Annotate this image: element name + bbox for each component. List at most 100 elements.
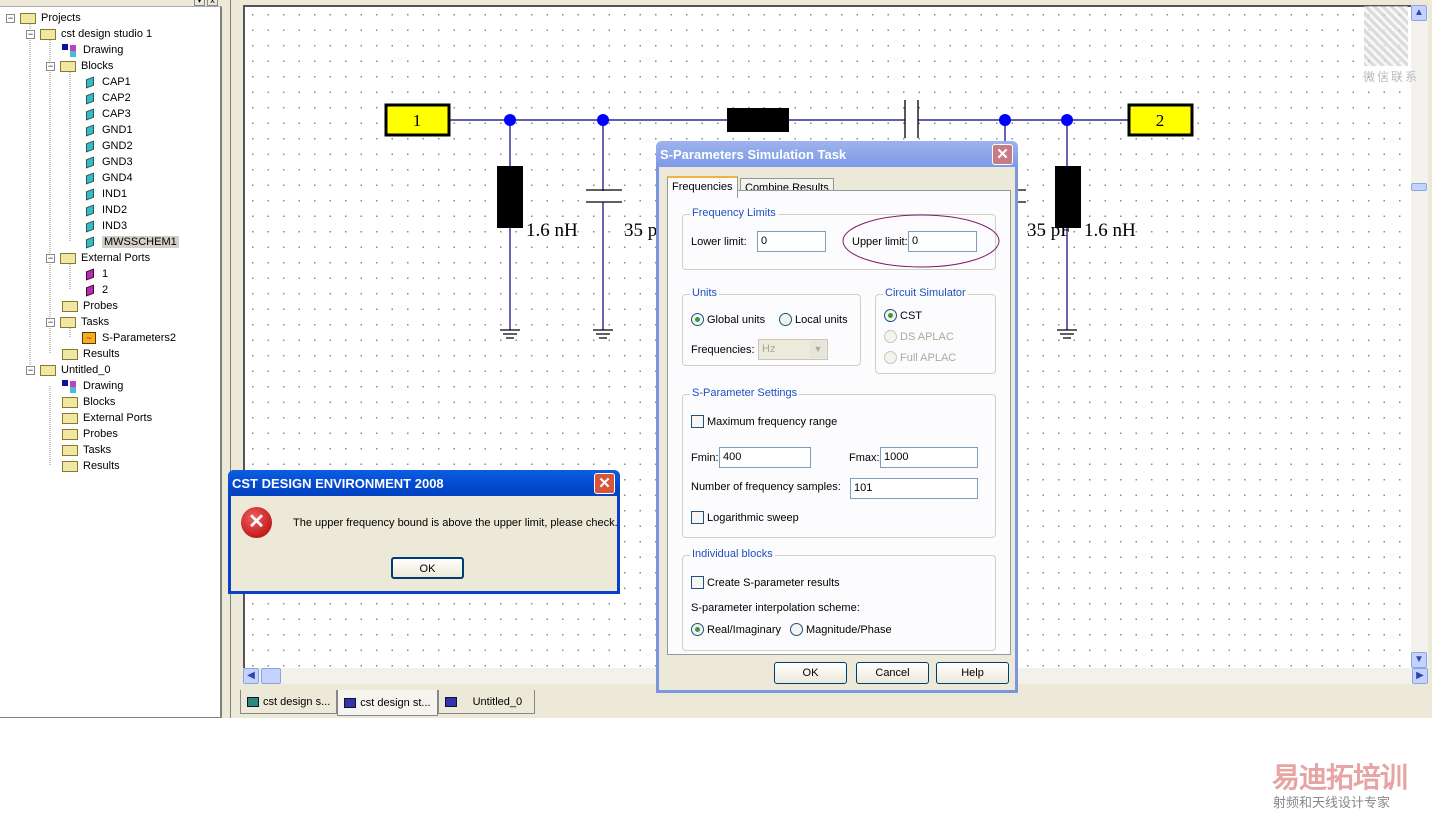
- port-2-label: 2: [1156, 111, 1165, 130]
- radio-label: Global units: [707, 313, 766, 326]
- cancel-button[interactable]: Cancel: [856, 662, 929, 684]
- port-2[interactable]: 2: [1127, 103, 1194, 137]
- frequencies-label: Frequencies:: [691, 344, 755, 356]
- brand-watermark: 易迪拓培训: [1272, 756, 1408, 796]
- qr-caption: 微信联系: [1363, 70, 1420, 84]
- units-group: Units Global units Local units Frequenci…: [682, 287, 861, 366]
- fmin-input[interactable]: 400: [719, 447, 811, 468]
- interpolation-scheme-label: S-parameter interpolation scheme:: [691, 602, 860, 614]
- doc-tab-3[interactable]: Untitled_0: [437, 690, 536, 714]
- radio-label: CST: [900, 309, 922, 322]
- group-label: Units: [690, 287, 720, 299]
- close-button[interactable]: ✕: [992, 144, 1013, 165]
- dialog-title: CST DESIGN ENVIRONMENT 2008: [232, 475, 444, 491]
- tab-label: cst design s...: [263, 695, 331, 708]
- individual-blocks-group: Individual blocks Create S-parameter res…: [682, 548, 996, 651]
- frequency-limits-group: Frequency Limits Lower limit: 0 Upper li…: [682, 207, 1000, 270]
- radio-label: Magnitude/Phase: [806, 623, 892, 636]
- dialog-titlebar[interactable]: CST DESIGN ENVIRONMENT 2008 ✕: [228, 470, 620, 496]
- shunt-capacitor-left[interactable]: [586, 189, 622, 203]
- shunt-inductor-right[interactable]: [1055, 166, 1081, 228]
- tab-label: Untitled_0: [472, 695, 523, 708]
- group-label: S-Parameter Settings: [690, 387, 800, 399]
- scroll-up-button[interactable]: ▲: [1411, 5, 1427, 21]
- group-label: Frequency Limits: [690, 207, 778, 219]
- chevron-down-icon: ▼: [810, 341, 826, 358]
- lower-limit-label: Lower limit:: [691, 236, 747, 248]
- block-icon: [444, 696, 457, 707]
- tab-label: cst design st...: [360, 696, 431, 709]
- port-1-label: 1: [413, 111, 422, 130]
- error-message: The upper frequency bound is above the u…: [293, 517, 618, 529]
- slogan-text: 射频和天线设计专家: [1273, 796, 1391, 811]
- radio-selected-icon: [691, 623, 704, 636]
- circuit-simulator-group: Circuit Simulator CST DS APLAC Full APLA…: [875, 287, 996, 374]
- shunt-inductor-left[interactable]: [497, 166, 523, 228]
- radio-label: DS APLAC: [900, 330, 954, 343]
- schematic-icon: [247, 696, 259, 707]
- highlight-ellipse: [842, 214, 1000, 268]
- max-frequency-range-checkbox[interactable]: Maximum frequency range: [691, 415, 837, 428]
- create-sparameter-results-checkbox[interactable]: Create S-parameter results: [691, 576, 840, 589]
- radio-selected-icon: [884, 309, 897, 322]
- radio-icon: [884, 351, 897, 364]
- qr-code-watermark: [1364, 6, 1408, 66]
- port-1[interactable]: 1: [384, 103, 451, 137]
- samples-label: Number of frequency samples:: [691, 481, 841, 493]
- error-icon: ✕: [241, 507, 272, 538]
- close-button[interactable]: ✕: [594, 473, 615, 494]
- ok-button[interactable]: OK: [774, 662, 847, 684]
- samples-input[interactable]: 101: [850, 478, 978, 499]
- select-value: Hz: [762, 343, 776, 355]
- fmax-label: Fmax:: [849, 452, 880, 464]
- checkbox-label: Logarithmic sweep: [707, 511, 799, 524]
- radio-icon: [790, 623, 803, 636]
- frequencies-page: Frequency Limits Lower limit: 0 Upper li…: [667, 190, 1011, 655]
- sparameters-dialog: S-Parameters Simulation Task ✕ Frequencie…: [656, 141, 1018, 693]
- global-units-radio[interactable]: Global units: [691, 313, 765, 326]
- checkbox-label: Create S-parameter results: [707, 576, 840, 589]
- scroll-left-button[interactable]: ◀: [243, 668, 259, 684]
- group-label: Circuit Simulator: [883, 287, 968, 299]
- real-imaginary-radio[interactable]: Real/Imaginary: [691, 623, 781, 636]
- radio-selected-icon: [691, 313, 704, 326]
- lower-limit-input[interactable]: 0: [757, 231, 826, 252]
- tab-frequencies[interactable]: Frequencies: [667, 176, 738, 198]
- group-label: Individual blocks: [690, 548, 775, 560]
- series-inductor[interactable]: [727, 108, 789, 132]
- scroll-thumb[interactable]: [261, 668, 281, 684]
- checkbox-label: Maximum frequency range: [707, 415, 838, 428]
- doc-tab-1[interactable]: cst design s...: [240, 690, 338, 714]
- checkbox-icon: [691, 576, 704, 589]
- inductor-left-value: 1.6 nH: [526, 220, 578, 241]
- ok-button[interactable]: OK: [391, 557, 464, 579]
- ds-aplac-radio: DS APLAC: [884, 330, 954, 343]
- checkbox-icon: [691, 415, 704, 428]
- help-button[interactable]: Help: [936, 662, 1009, 684]
- fmin-label: Fmin:: [691, 452, 719, 464]
- document-tabs: cst design s... cst design st... Untitle…: [240, 690, 536, 716]
- dialog-titlebar[interactable]: S-Parameters Simulation Task ✕: [656, 141, 1018, 167]
- vertical-scrollbar[interactable]: ▲ ▼: [1411, 5, 1428, 668]
- radio-label: Full APLAC: [900, 351, 957, 364]
- doc-tab-2[interactable]: cst design st...: [337, 690, 438, 716]
- capacitor-right-value: 35 pF: [1027, 220, 1071, 241]
- scroll-down-button[interactable]: ▼: [1411, 652, 1427, 668]
- scroll-thumb[interactable]: [1411, 183, 1427, 191]
- error-dialog: CST DESIGN ENVIRONMENT 2008 ✕ ✕ The upper…: [228, 470, 620, 594]
- scroll-right-button[interactable]: ▶: [1412, 668, 1428, 684]
- full-aplac-radio: Full APLAC: [884, 351, 956, 364]
- radio-icon: [779, 313, 792, 326]
- radio-icon: [884, 330, 897, 343]
- local-units-radio[interactable]: Local units: [779, 313, 848, 326]
- checkbox-icon: [691, 511, 704, 524]
- cst-radio[interactable]: CST: [884, 309, 922, 322]
- frequencies-unit-select[interactable]: Hz ▼: [758, 339, 828, 360]
- logarithmic-sweep-checkbox[interactable]: Logarithmic sweep: [691, 511, 799, 524]
- radio-label: Real/Imaginary: [707, 623, 781, 636]
- fmax-input[interactable]: 1000: [880, 447, 978, 468]
- series-capacitor[interactable]: [904, 100, 919, 138]
- sparameter-settings-group: S-Parameter Settings Maximum frequency r…: [682, 387, 996, 538]
- magnitude-phase-radio[interactable]: Magnitude/Phase: [790, 623, 892, 636]
- block-icon: [344, 697, 357, 708]
